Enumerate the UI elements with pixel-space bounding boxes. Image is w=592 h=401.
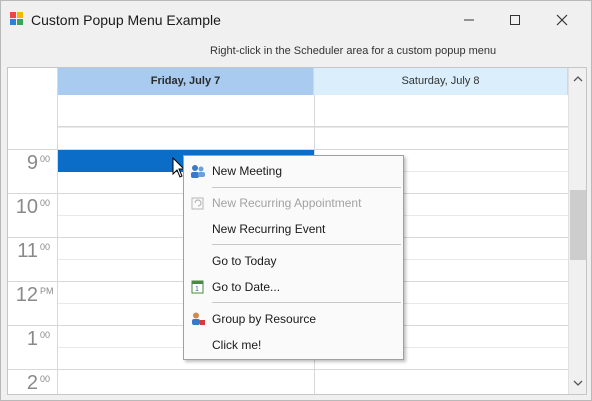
menu-item-go-to-today[interactable]: Go to Today xyxy=(184,248,403,274)
vertical-scrollbar[interactable] xyxy=(568,68,586,394)
minimize-icon xyxy=(464,19,474,21)
minimize-button[interactable] xyxy=(456,7,482,33)
chevron-down-icon xyxy=(573,380,583,386)
scroll-down-button[interactable] xyxy=(569,374,586,392)
recurring-appointment-icon xyxy=(191,197,204,210)
hour-label: 12 PM xyxy=(8,281,58,325)
hint-bar: Right-click in the Scheduler area for a … xyxy=(1,39,591,67)
title-bar[interactable]: Custom Popup Menu Example xyxy=(1,1,591,39)
calendar-goto-icon: 1 xyxy=(191,280,204,294)
window-title: Custom Popup Menu Example xyxy=(31,12,221,28)
meeting-icon xyxy=(191,165,205,178)
group-resource-icon xyxy=(192,312,205,325)
time-slot[interactable] xyxy=(58,127,568,149)
menu-separator xyxy=(212,244,401,245)
maximize-button[interactable] xyxy=(502,7,528,33)
scroll-up-button[interactable] xyxy=(569,70,586,88)
menu-separator xyxy=(212,187,401,188)
menu-item-new-recurring-appointment: New Recurring Appointment xyxy=(184,190,403,216)
hour-label: 2 00 xyxy=(8,369,58,394)
hour-label: 11 00 xyxy=(8,237,58,281)
menu-item-click-me[interactable]: Click me! xyxy=(184,332,403,358)
close-button[interactable] xyxy=(549,7,575,33)
svg-text:1: 1 xyxy=(195,286,199,293)
menu-item-new-recurring-event[interactable]: New Recurring Event xyxy=(184,216,403,242)
menu-item-new-meeting[interactable]: New Meeting xyxy=(184,158,403,184)
hour-label: 1 00 xyxy=(8,325,58,369)
chevron-up-icon xyxy=(573,76,583,82)
all-day-area[interactable] xyxy=(58,95,568,127)
context-menu: New Meeting New Recurring Appointment Ne… xyxy=(183,155,404,360)
scroll-thumb[interactable] xyxy=(570,190,586,260)
close-icon xyxy=(556,14,568,26)
day-header-friday[interactable]: Friday, July 7 xyxy=(58,68,314,95)
day-header-saturday[interactable]: Saturday, July 8 xyxy=(314,68,568,95)
app-icon xyxy=(10,12,23,25)
hour-label: 10 00 xyxy=(8,193,58,237)
menu-separator xyxy=(212,302,401,303)
hint-text: Right-click in the Scheduler area for a … xyxy=(210,45,497,57)
menu-item-go-to-date[interactable]: 1 Go to Date... xyxy=(184,274,403,300)
menu-item-group-by-resource[interactable]: Group by Resource xyxy=(184,306,403,332)
time-ruler: 9 00 10 00 11 00 12 PM 1 00 2 00 xyxy=(8,68,58,394)
time-slot[interactable] xyxy=(58,369,568,391)
app-window: Custom Popup Menu Example Right-click in… xyxy=(0,0,592,401)
hour-label: 9 00 xyxy=(8,149,58,193)
maximize-icon xyxy=(510,15,520,25)
